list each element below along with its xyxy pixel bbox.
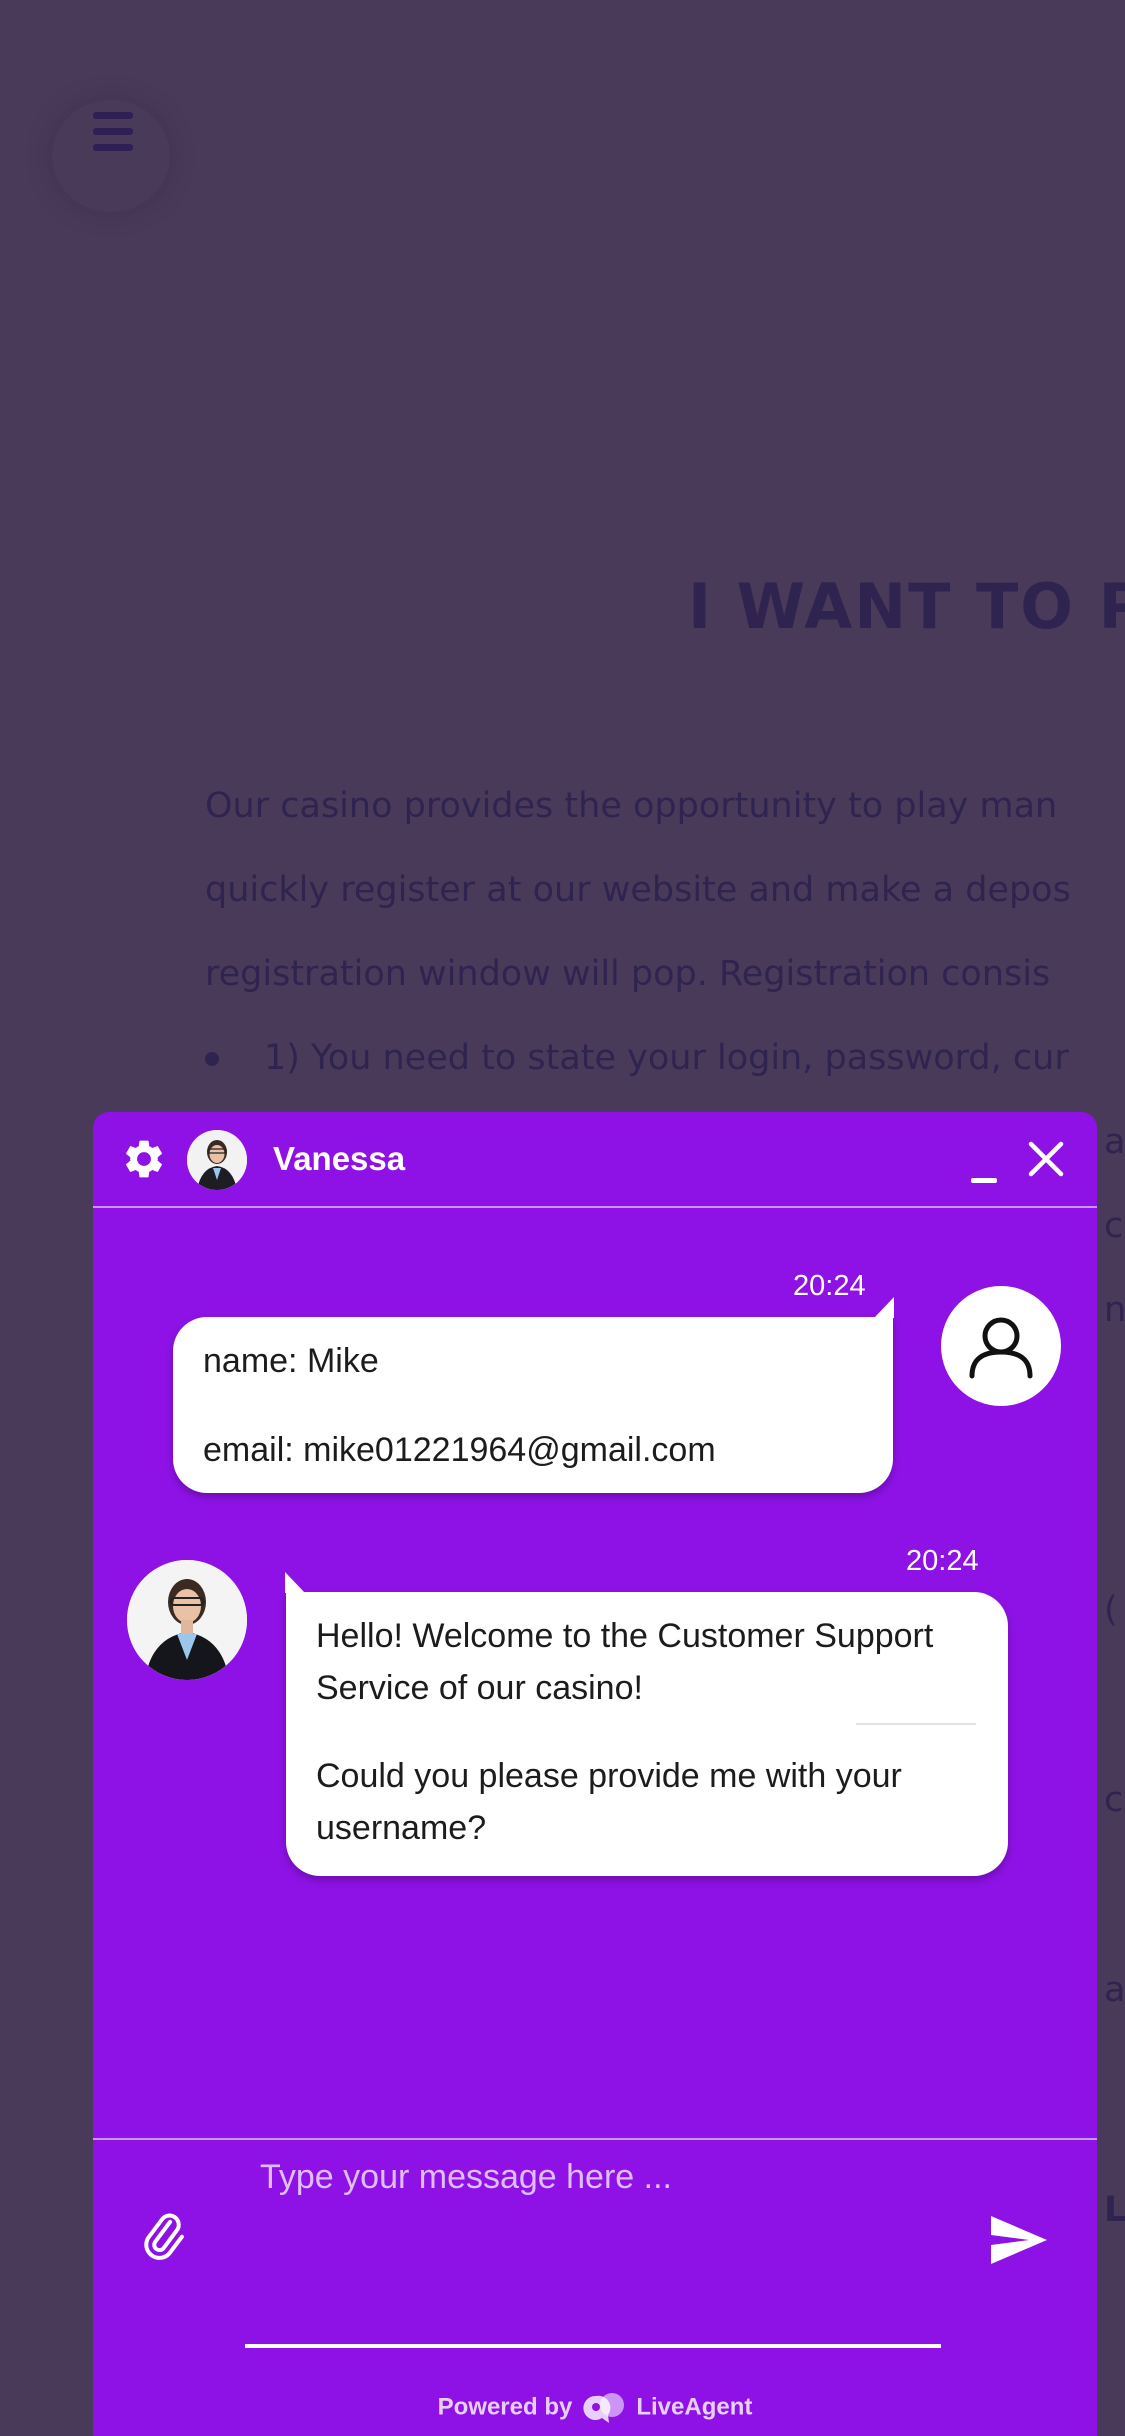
menu-icon (93, 112, 133, 119)
page-bullet-item: 1) You need to state your login, passwor… (264, 1038, 1069, 1078)
menu-icon-bar (93, 144, 133, 151)
powered-by-brand: LiveAgent (636, 2393, 753, 2421)
menu-icon-bar (93, 128, 133, 135)
minimize-icon (971, 1178, 997, 1183)
bullet-dot (205, 1052, 219, 1066)
user-icon (969, 1317, 1033, 1379)
page-paragraph-line: registration window will pop. Registrati… (205, 954, 1051, 994)
user-message-bubble: name: Mike email: mike01221964@gmail.com (173, 1297, 894, 1493)
message-line: email: mike01221964@gmail.com (203, 1431, 716, 1469)
page-text-fragment: ( (1104, 1590, 1118, 1630)
agent-avatar-small (187, 1130, 247, 1190)
message-input[interactable] (258, 2156, 1022, 2280)
chat-header: Vanessa (93, 1112, 1097, 1208)
agent-name: Vanessa (273, 1140, 406, 1177)
agent-message-bubble: Hello! Welcome to the Customer Support S… (285, 1572, 1008, 1876)
send-icon[interactable] (989, 2214, 1049, 2266)
chat-widget: Vanessa 20:24 name: Mike email: mike0122… (93, 1112, 1097, 2436)
powered-by[interactable]: Powered by LiveAgent (93, 2390, 1097, 2426)
agent-photo-icon (187, 1130, 247, 1190)
agent-avatar (127, 1560, 247, 1680)
bubble-tail (874, 1297, 894, 1318)
page-heading: I WANT TO PL (688, 570, 1125, 643)
agent-photo-icon (127, 1560, 247, 1680)
compose-area: Powered by LiveAgent (93, 2138, 1097, 2436)
page-paragraph-line: quickly register at our website and make… (205, 870, 1071, 910)
message-line: Service of our casino! (316, 1669, 643, 1707)
page-text-fragment: a (1104, 1970, 1125, 2010)
page-text-fragment: L (1104, 2190, 1125, 2230)
message-line: username? (316, 1809, 487, 1847)
close-icon[interactable] (1023, 1136, 1069, 1182)
message-divider (856, 1723, 976, 1725)
page-text-fragment: c (1104, 1206, 1124, 1246)
page-text-fragment: a (1104, 1122, 1125, 1162)
minimize-button[interactable] (961, 1150, 1005, 1190)
message-line: Hello! Welcome to the Customer Support (316, 1617, 934, 1655)
message-time: 20:24 (793, 1270, 866, 1302)
gear-icon[interactable] (121, 1136, 167, 1182)
input-underline (245, 2344, 941, 2348)
page-text-fragment: n (1104, 1290, 1125, 1330)
message-line: Could you please provide me with your (316, 1757, 902, 1795)
liveagent-logo-icon (583, 2393, 625, 2423)
menu-button[interactable] (52, 100, 170, 212)
bubble-tail (285, 1572, 305, 1593)
message-time: 20:24 (906, 1545, 979, 1577)
message-line: name: Mike (203, 1342, 379, 1380)
user-avatar (941, 1286, 1061, 1406)
page-text-fragment: c (1104, 1780, 1124, 1820)
powered-by-label: Powered by (437, 2393, 573, 2421)
page-paragraph-line: Our casino provides the opportunity to p… (205, 786, 1058, 826)
paperclip-icon[interactable] (139, 2208, 187, 2264)
